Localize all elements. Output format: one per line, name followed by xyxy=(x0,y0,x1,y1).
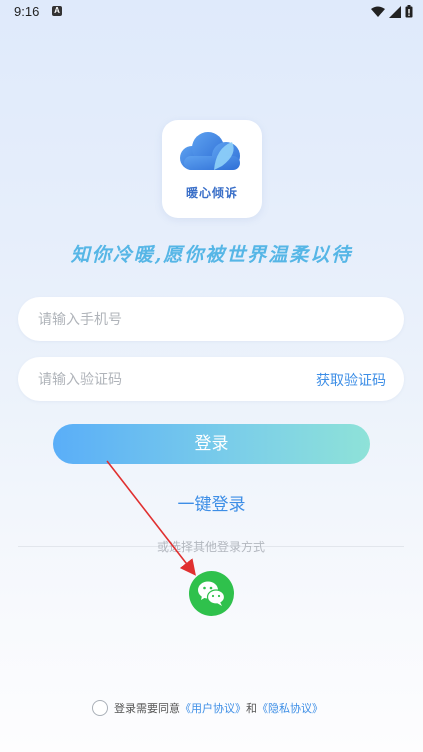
get-code-button[interactable]: 获取验证码 xyxy=(316,370,386,390)
phone-field xyxy=(18,297,404,343)
app-logo: 暖心倾诉 xyxy=(162,120,262,218)
code-input[interactable] xyxy=(36,357,300,403)
status-time: 9:16 xyxy=(14,4,40,19)
privacy-policy-link[interactable]: 《隐私协议》 xyxy=(257,700,323,716)
battery-icon xyxy=(405,5,413,18)
other-login-divider: 或选择其他登录方式 xyxy=(18,536,404,556)
wechat-icon xyxy=(198,581,226,606)
login-button[interactable]: 登录 xyxy=(53,424,370,464)
brand-text: 暖心倾诉 xyxy=(185,186,238,200)
agree-checkbox[interactable] xyxy=(92,700,108,716)
agreement-row: 登录需要同意 《用户协议》 和 《隐私协议》 xyxy=(92,698,323,718)
one-key-login-link[interactable]: 一键登录 xyxy=(0,490,423,515)
wifi-icon xyxy=(371,6,385,17)
agreement-prefix: 登录需要同意 xyxy=(114,702,180,715)
wechat-login-button[interactable] xyxy=(189,571,234,616)
notification-icon: A xyxy=(52,6,62,16)
divider-text: 或选择其他登录方式 xyxy=(156,540,265,554)
slogan: 知你冷暖,愿你被世界温柔以待 xyxy=(70,244,353,266)
cloud-heart-icon xyxy=(180,132,240,170)
signal-icon xyxy=(389,5,401,18)
status-bar: 9:16 A xyxy=(0,0,423,24)
user-agreement-link[interactable]: 《用户协议》 xyxy=(180,700,246,716)
code-field: 获取验证码 xyxy=(18,357,404,403)
status-icons xyxy=(371,5,413,18)
phone-input[interactable] xyxy=(36,297,300,343)
agreement-and: 和 xyxy=(246,702,257,715)
